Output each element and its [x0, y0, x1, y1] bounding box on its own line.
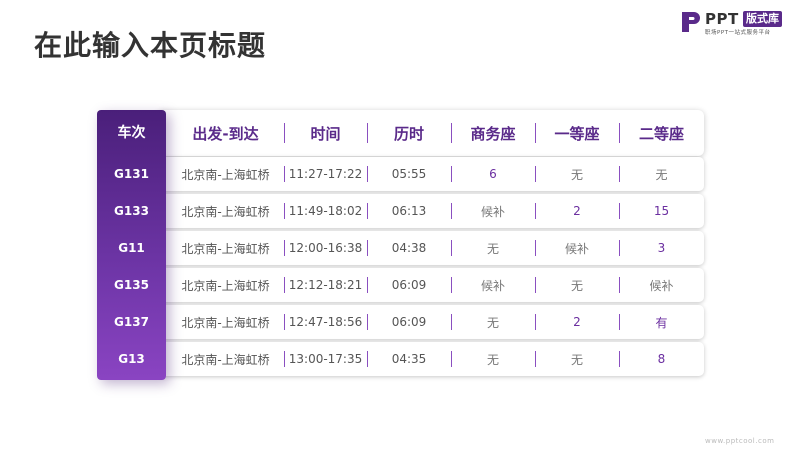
table-row: 北京南-上海虹桥 12:00-16:38 04:38 无 候补 3 [157, 231, 704, 265]
watermark: www.pptcool.com [705, 437, 775, 445]
route-cell: 北京南-上海虹桥 [181, 315, 270, 330]
duration-cell: 04:35 [391, 352, 427, 366]
business-seat-cell: 无 [486, 315, 499, 330]
table-header-row: 出发-到达 时间 历时 商务座 一等座 二等座 [157, 110, 704, 156]
duration-cell: 05:55 [391, 167, 427, 181]
table-row: 北京南-上海虹桥 13:00-17:35 04:35 无 无 8 [157, 342, 704, 376]
time-cell: 13:00-17:35 [288, 352, 363, 366]
time-cell: 12:47-18:56 [288, 315, 363, 329]
time-cell: 11:49-18:02 [288, 204, 363, 218]
train-number-column: 车次 G131 G133 G11 G135 G137 G13 [97, 110, 166, 380]
column-header-time: 时间 [310, 124, 341, 143]
table-row: 北京南-上海虹桥 12:12-18:21 06:09 候补 无 候补 [157, 268, 704, 302]
train-number: G133 [114, 204, 149, 218]
train-number: G13 [118, 352, 145, 366]
first-class-seat-cell: 无 [570, 278, 583, 293]
train-schedule-table: 车次 G131 G133 G11 G135 G137 G13 出发-到达 时间 … [97, 110, 704, 380]
route-cell: 北京南-上海虹桥 [181, 352, 270, 367]
route-cell: 北京南-上海虹桥 [181, 167, 270, 182]
column-header-second-class: 二等座 [638, 124, 684, 143]
train-number: G11 [118, 241, 145, 255]
first-class-seat-cell: 无 [570, 167, 583, 182]
second-class-seat-cell: 3 [657, 241, 666, 255]
brand-logo: PPT 版式库 职场PPT一站式服务平台 [680, 10, 795, 36]
time-cell: 12:00-16:38 [288, 241, 363, 255]
table-row: 北京南-上海虹桥 11:49-18:02 06:13 候补 2 15 [157, 194, 704, 228]
route-cell: 北京南-上海虹桥 [181, 204, 270, 219]
second-class-seat-cell: 无 [655, 167, 668, 182]
column-header-route: 出发-到达 [192, 124, 259, 143]
duration-cell: 06:09 [391, 315, 427, 329]
business-seat-cell: 候补 [480, 278, 505, 293]
table-row: 北京南-上海虹桥 12:47-18:56 06:09 无 2 有 [157, 305, 704, 339]
logo-tagline: 职场PPT一站式服务平台 [705, 30, 771, 36]
business-seat-cell: 6 [489, 167, 497, 181]
first-class-seat-cell: 2 [573, 204, 581, 218]
time-cell: 11:27-17:22 [288, 167, 363, 181]
duration-cell: 06:09 [391, 278, 427, 292]
first-class-seat-cell: 无 [570, 352, 583, 367]
second-class-seat-cell: 15 [653, 204, 670, 218]
column-header-duration: 历时 [393, 124, 424, 143]
first-class-seat-cell: 候补 [564, 241, 589, 256]
column-header-train: 车次 [117, 125, 146, 141]
table-row: 北京南-上海虹桥 11:27-17:22 05:55 6 无 无 [157, 157, 704, 191]
train-number: G137 [114, 315, 149, 329]
route-cell: 北京南-上海虹桥 [181, 241, 270, 256]
column-header-business: 商务座 [470, 124, 516, 143]
time-cell: 12:12-18:21 [288, 278, 363, 292]
business-seat-cell: 无 [486, 241, 499, 256]
second-class-seat-cell: 有 [655, 315, 668, 330]
logo-badge: 版式库 [743, 11, 782, 27]
page-title: 在此输入本页标题 [34, 29, 267, 62]
logo-mark-icon [682, 12, 700, 32]
duration-cell: 06:13 [391, 204, 427, 218]
duration-cell: 04:38 [391, 241, 427, 255]
train-number: G135 [114, 278, 149, 292]
business-seat-cell: 无 [486, 352, 499, 367]
route-cell: 北京南-上海虹桥 [181, 278, 270, 293]
second-class-seat-cell: 候补 [649, 278, 674, 293]
first-class-seat-cell: 2 [573, 315, 581, 329]
train-number: G131 [114, 167, 149, 181]
logo-brand-text: PPT [705, 10, 739, 28]
column-header-first-class: 一等座 [554, 124, 600, 143]
business-seat-cell: 候补 [480, 204, 505, 219]
second-class-seat-cell: 8 [657, 352, 666, 366]
